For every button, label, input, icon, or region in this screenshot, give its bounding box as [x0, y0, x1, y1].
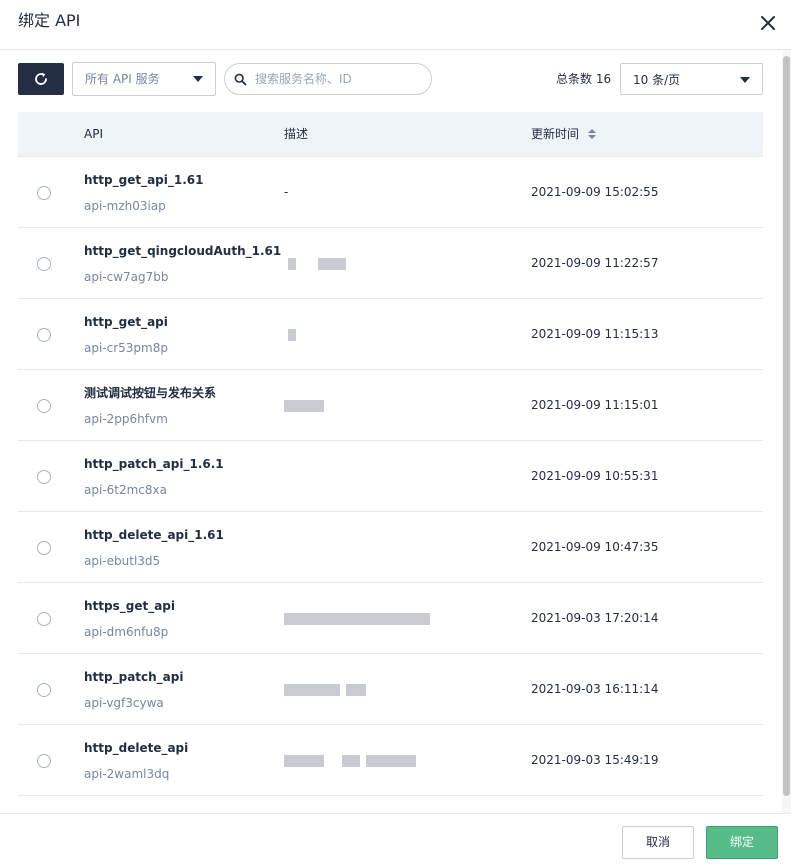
- api-name: http_get_api: [84, 315, 168, 329]
- page-size-select[interactable]: 10 条/页: [620, 63, 763, 95]
- row-radio[interactable]: [37, 257, 51, 271]
- api-description: -: [284, 185, 289, 199]
- refresh-button[interactable]: [18, 63, 64, 95]
- row-radio[interactable]: [37, 399, 51, 413]
- row-radio[interactable]: [37, 541, 51, 555]
- cancel-button[interactable]: 取消: [622, 826, 694, 859]
- table-header: API 描述 更新时间: [18, 112, 763, 157]
- table-row[interactable]: http_delete_api api-2waml3dq 2021-09-03 …: [18, 725, 763, 796]
- table-row[interactable]: https_get_api api-dm6nfu8p 2021-09-03 17…: [18, 583, 763, 654]
- table-row[interactable]: http_delete_api_1.61 api-ebutl3d5 2021-0…: [18, 512, 763, 583]
- row-radio[interactable]: [37, 754, 51, 768]
- api-table: API 描述 更新时间 http_get_api_1.61 api-mzh03i…: [18, 112, 763, 796]
- chevron-down-icon: [193, 76, 203, 82]
- api-name: http_get_api_1.61: [84, 173, 204, 187]
- dialog-footer: 取消 绑定: [0, 813, 791, 866]
- service-select[interactable]: 所有 API 服务: [72, 62, 216, 96]
- api-name: https_get_api: [84, 599, 176, 613]
- api-id: api-ebutl3d5: [84, 554, 161, 568]
- api-name: http_get_qingcloudAuth_1.61: [84, 244, 282, 258]
- toolbar: 所有 API 服务 总条数 16 10 条/页: [18, 62, 763, 96]
- dialog-title: 绑定 API: [18, 11, 81, 30]
- update-time: 2021-09-09 10:47:35: [531, 540, 659, 554]
- api-name: http_delete_api: [84, 741, 189, 755]
- row-radio[interactable]: [37, 612, 51, 626]
- api-name: http_delete_api_1.61: [84, 528, 224, 542]
- api-id: api-cr53pm8p: [84, 341, 168, 355]
- scrollbar[interactable]: [782, 50, 791, 813]
- api-id: api-2waml3dq: [84, 767, 170, 781]
- row-radio[interactable]: [37, 186, 51, 200]
- row-radio[interactable]: [37, 683, 51, 697]
- sort-icon[interactable]: [587, 128, 597, 140]
- total-count: 总条数 16: [556, 72, 612, 86]
- api-id: api-cw7ag7bb: [84, 270, 169, 284]
- update-time: 2021-09-03 16:11:14: [531, 682, 659, 696]
- bind-button[interactable]: 绑定: [706, 826, 778, 859]
- table-row[interactable]: http_get_api api-cr53pm8p 2021-09-09 11:…: [18, 299, 763, 370]
- update-time: 2021-09-09 11:22:57: [531, 256, 659, 270]
- table-row[interactable]: 测试调试按钮与发布关系 api-2pp6hfvm 2021-09-09 11:1…: [18, 370, 763, 441]
- update-time: 2021-09-09 11:15:13: [531, 327, 659, 341]
- update-time: 2021-09-09 15:02:55: [531, 185, 659, 199]
- column-header-time[interactable]: 更新时间: [531, 126, 579, 142]
- dialog-header: 绑定 API: [0, 0, 791, 50]
- api-id: api-6t2mc8xa: [84, 483, 167, 497]
- api-id: api-vgf3cywa: [84, 696, 164, 710]
- update-time: 2021-09-03 15:49:19: [531, 753, 659, 767]
- api-name: http_patch_api_1.6.1: [84, 457, 224, 471]
- close-icon[interactable]: [756, 11, 780, 35]
- chevron-down-icon: [740, 77, 750, 83]
- search-input[interactable]: [255, 71, 425, 87]
- bind-api-dialog: 绑定 API 所有 API 服务 总条数 16 10: [0, 0, 791, 866]
- row-radio[interactable]: [37, 470, 51, 484]
- column-header-api: API: [84, 127, 103, 141]
- refresh-icon: [35, 72, 47, 85]
- update-time: 2021-09-09 11:15:01: [531, 398, 659, 412]
- table-row[interactable]: http_patch_api_1.6.1 api-6t2mc8xa 2021-0…: [18, 441, 763, 512]
- page-size-value: 10 条/页: [633, 73, 681, 87]
- search-icon: [234, 73, 247, 86]
- column-header-desc: 描述: [284, 127, 309, 141]
- update-time: 2021-09-03 17:20:14: [531, 611, 659, 625]
- api-name: http_patch_api: [84, 670, 184, 684]
- scrollbar-thumb[interactable]: [783, 56, 790, 796]
- search-box: [224, 63, 432, 95]
- table-row[interactable]: http_patch_api api-vgf3cywa 2021-09-03 1…: [18, 654, 763, 725]
- service-select-value: 所有 API 服务: [85, 72, 160, 86]
- api-id: api-dm6nfu8p: [84, 625, 169, 639]
- api-name: 测试调试按钮与发布关系: [84, 386, 217, 400]
- row-radio[interactable]: [37, 328, 51, 342]
- api-id: api-mzh03iap: [84, 199, 166, 213]
- table-row[interactable]: http_get_qingcloudAuth_1.61 api-cw7ag7bb…: [18, 228, 763, 299]
- api-id: api-2pp6hfvm: [84, 412, 168, 426]
- table-row[interactable]: http_get_api_1.61 api-mzh03iap - 2021-09…: [18, 157, 763, 228]
- update-time: 2021-09-09 10:55:31: [531, 469, 659, 483]
